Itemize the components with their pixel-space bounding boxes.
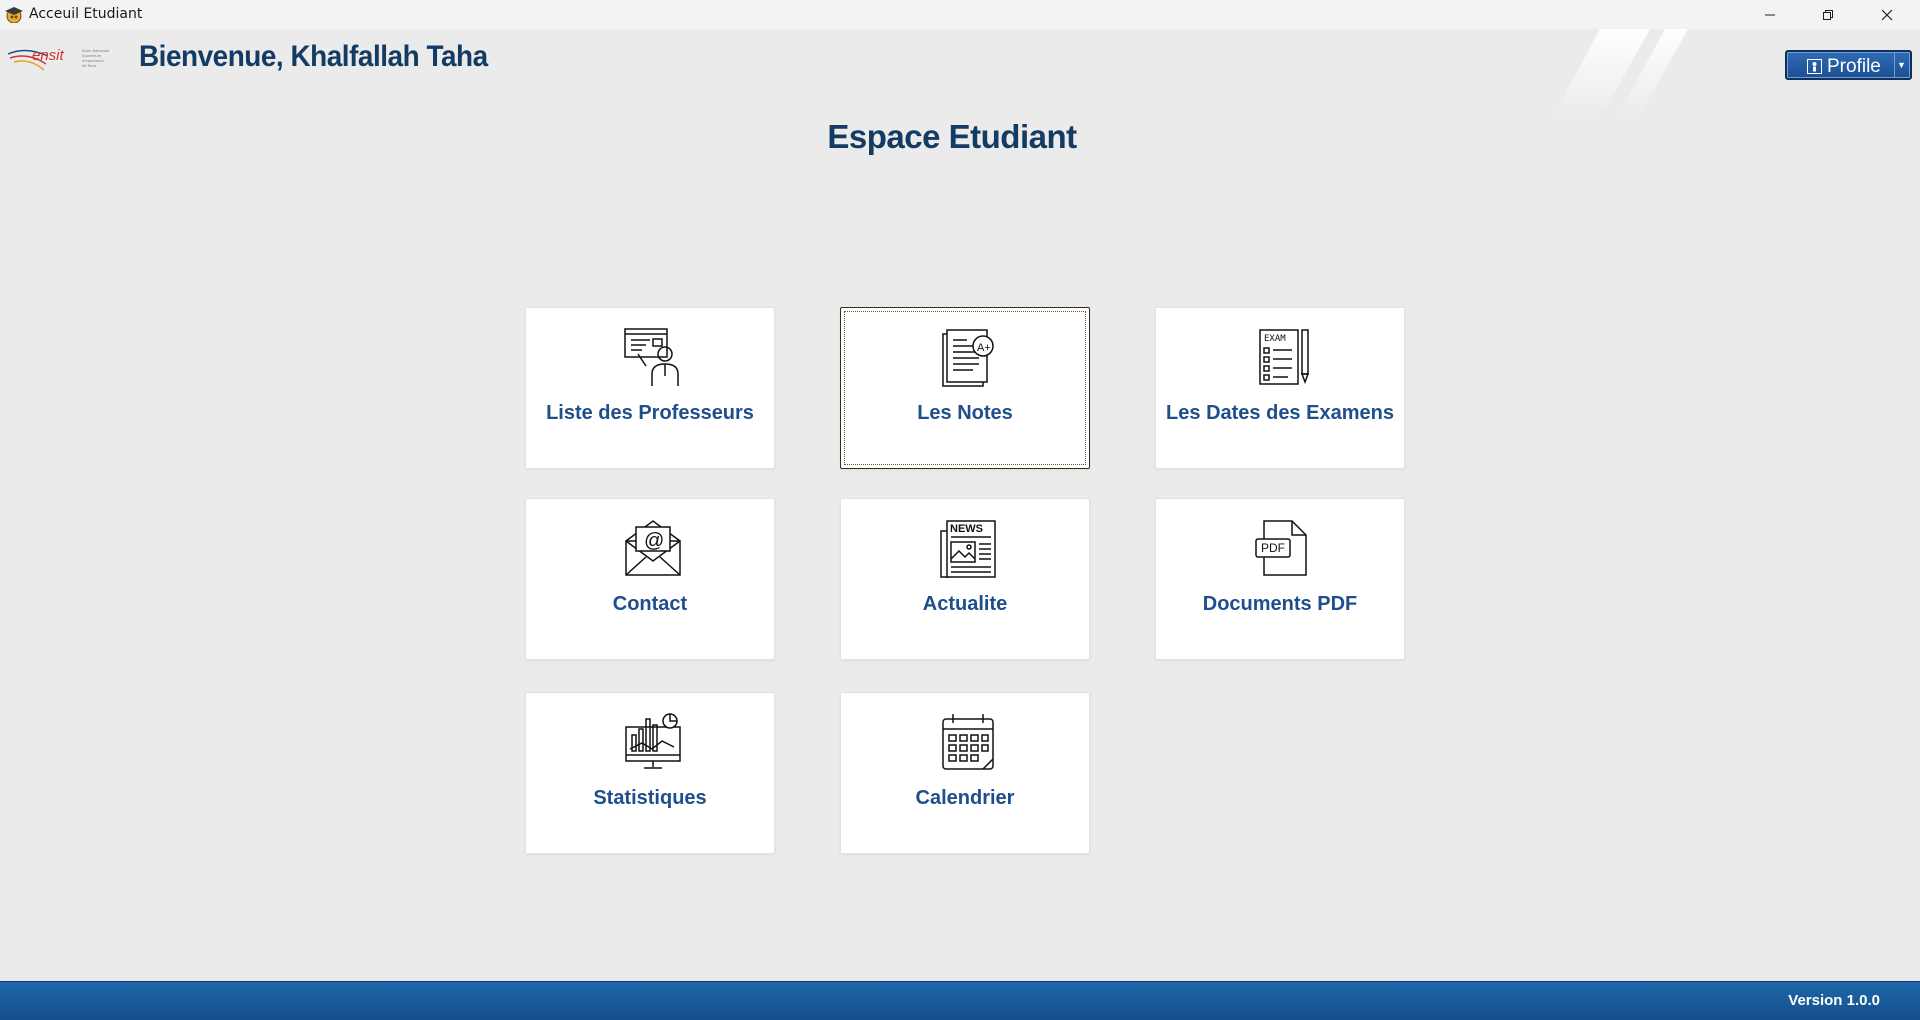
user-icon <box>1807 59 1822 74</box>
status-bar: Version 1.0.0 <box>0 981 1920 1020</box>
tile-calendrier[interactable]: Calendrier <box>840 692 1090 854</box>
window-titlebar: Acceuil Etudiant <box>0 0 1920 29</box>
minimize-button[interactable] <box>1741 0 1799 29</box>
svg-text:Superieure: Superieure <box>82 54 101 58</box>
teacher-icon <box>624 328 679 386</box>
svg-text:ensit: ensit <box>32 47 65 64</box>
tile-label: Statistiques <box>593 787 707 809</box>
mail-icon: @ <box>625 520 681 576</box>
graduation-cap-icon <box>5 7 23 23</box>
minimize-icon <box>1765 14 1775 15</box>
svg-text:@: @ <box>644 530 664 552</box>
pdf-icon: PDF <box>1255 520 1307 576</box>
ensit-logo: ensit Ecole Nationale Superieure d'Ingen… <box>7 47 109 71</box>
tile-actualite[interactable]: NEWS Actualite <box>840 498 1090 660</box>
calendar-icon <box>942 714 994 770</box>
svg-text:NEWS: NEWS <box>950 523 983 535</box>
profile-label: Profile <box>1827 56 1881 77</box>
tile-label: Les Dates des Examens <box>1166 402 1394 424</box>
chevron-down-icon[interactable]: ▼ <box>1894 52 1908 78</box>
tile-liste-professeurs[interactable]: Liste des Professeurs <box>525 307 775 469</box>
statistics-icon <box>625 713 681 769</box>
grades-icon: A+ <box>942 329 994 387</box>
tile-label: Les Notes <box>917 402 1013 424</box>
svg-text:Ecole Nationale: Ecole Nationale <box>82 49 109 53</box>
close-icon <box>1881 9 1893 20</box>
decorative-stripes <box>1552 29 1688 119</box>
version-label: Version 1.0.0 <box>1788 992 1880 1009</box>
tile-label: Liste des Professeurs <box>546 402 754 424</box>
welcome-message: Bienvenue, Khalfallah Taha <box>139 40 488 73</box>
tile-label: Calendrier <box>915 787 1015 809</box>
svg-text:EXAM: EXAM <box>1264 334 1286 344</box>
profile-button[interactable]: Profile ▼ <box>1785 50 1912 80</box>
svg-text:de Tunis: de Tunis <box>82 64 97 68</box>
restore-button[interactable] <box>1799 0 1857 29</box>
tile-documents-pdf[interactable]: PDF Documents PDF <box>1155 498 1405 660</box>
svg-text:d'Ingenieurs: d'Ingenieurs <box>82 59 104 63</box>
tile-label: Contact <box>612 593 688 615</box>
tile-statistiques[interactable]: Statistiques <box>525 692 775 854</box>
news-icon: NEWS <box>940 520 996 578</box>
close-button[interactable] <box>1858 0 1916 29</box>
exam-icon: EXAM <box>1259 329 1310 385</box>
tile-les-notes[interactable]: A+ Les Notes <box>840 307 1090 469</box>
svg-text:PDF: PDF <box>1261 541 1285 555</box>
tile-label: Actualite <box>922 593 1008 615</box>
svg-text:A+: A+ <box>977 342 991 354</box>
page-title: Espace Etudiant <box>827 118 1077 155</box>
tile-contact[interactable]: @ Contact <box>525 498 775 660</box>
tile-label: Documents PDF <box>1202 593 1358 615</box>
restore-icon <box>1823 9 1833 20</box>
tile-dates-examens[interactable]: EXAM Les Dates des Examens <box>1155 307 1405 469</box>
window-title: Acceuil Etudiant <box>29 6 143 22</box>
